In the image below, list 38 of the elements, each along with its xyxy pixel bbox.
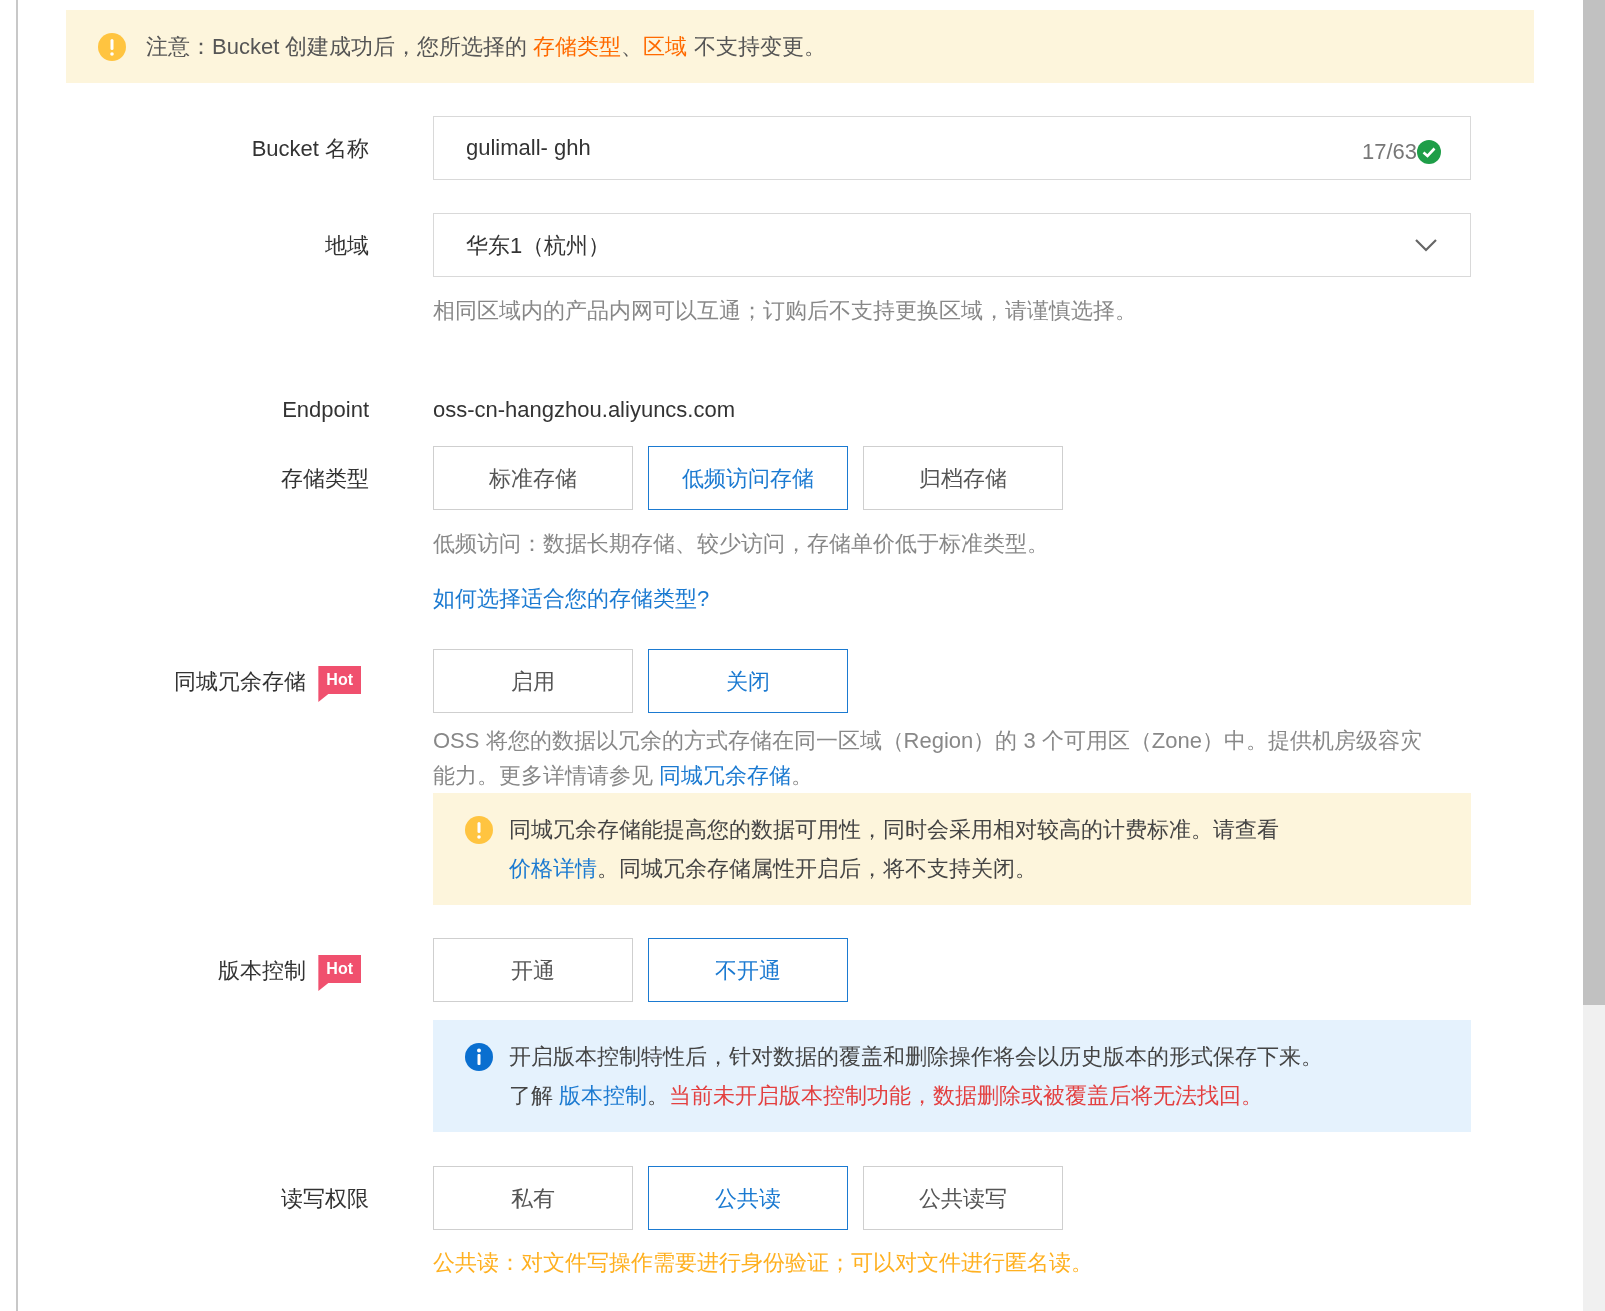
field-label: 存储类型 [281, 464, 369, 493]
link[interactable]: 价格详情 [509, 856, 597, 881]
alert-text: 开启版本控制特性后，针对数据的覆盖和删除操作将会以历史版本的形式保存下来。了解 版本控制。当前未开启版本控制功能，数据删除或被覆盖后将无法找回。 [509, 1043, 1324, 1110]
option-button[interactable]: 公共读 [648, 1166, 848, 1230]
char-counter: 17/63 [1361, 138, 1417, 166]
scrollbar[interactable] [1583, 0, 1605, 1311]
warning-icon [98, 32, 126, 61]
hint-text: 相同区域内的产品内网可以互通；订购后不支持更换区域，请谨慎选择。 [433, 297, 1138, 325]
field-label: 读写权限 [281, 1184, 369, 1213]
hint-text: 低频访问：数据长期存储、较少访问，存储单价低于标准类型。 [433, 530, 1050, 558]
field-label: Endpoint [282, 396, 369, 424]
field-label: 地域 [325, 231, 369, 260]
option-button[interactable]: 私有 [433, 1166, 633, 1230]
hot-badge: Hot [318, 666, 361, 702]
region-select[interactable]: 华东1（杭州） [433, 213, 1471, 277]
warning-icon [465, 816, 493, 844]
alert-text: 同城冗余存储能提高您的数据可用性，同时会采用相对较高的计费标准。请查看 价格详情。同城冗余存储属性开启后，将不支持关闭。 [509, 816, 1280, 883]
option-button[interactable]: 标准存储 [433, 446, 633, 510]
field-label: 版本控制 [218, 956, 307, 985]
endpoint-text: oss-cn-hangzhou.aliyuncs.com [433, 396, 736, 424]
field-label: 同城冗余存储 [174, 667, 307, 696]
option-button[interactable]: 归档存储 [863, 446, 1063, 510]
link[interactable]: 版本控制 [559, 1083, 648, 1108]
info-icon [465, 1043, 493, 1071]
notice-text: 注意：Bucket 创建成功后，您所选择的 存储类型、区域 不支持变更。 [146, 33, 826, 61]
option-button[interactable]: 启用 [433, 649, 633, 713]
option-button[interactable]: 开通 [433, 938, 633, 1002]
hot-badge: Hot [318, 955, 361, 991]
option-button[interactable]: 关闭 [648, 649, 848, 713]
option-button[interactable]: 公共读写 [863, 1166, 1063, 1230]
option-button[interactable]: 不开通 [648, 938, 848, 1002]
link[interactable]: 同城冗余存储 [659, 763, 792, 788]
chevron-down-icon [1414, 238, 1438, 252]
help-link[interactable]: 如何选择适合您的存储类型? [433, 582, 1063, 615]
field-label: Bucket 名称 [251, 134, 369, 163]
description-text: OSS 将您的数据以冗余的方式存储在同一区域（Region）的 3 个可用区（Zone）中。提供机房级容灾能力。更多详情请参见 同城冗余存储。 [433, 727, 1423, 790]
option-button[interactable]: 低频访问存储 [648, 446, 848, 510]
hint-text: 公共读：对文件写操作需要进行身份验证；可以对文件进行匿名读。 [433, 1249, 1093, 1277]
